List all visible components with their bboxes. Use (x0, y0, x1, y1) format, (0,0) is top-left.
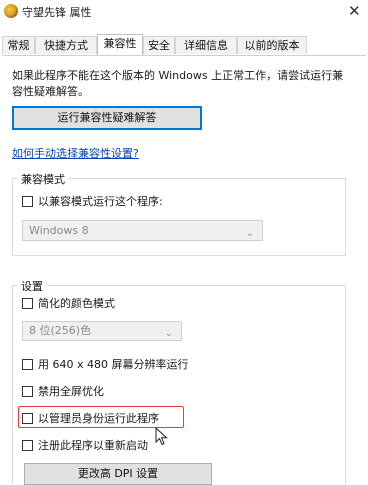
tab-general[interactable]: 常规 (2, 36, 35, 54)
color-depth-value: 8 位(256)色 (29, 324, 92, 337)
window-title: 守望先锋 属性 (22, 6, 92, 19)
chevron-down-icon: ⌄ (164, 328, 173, 339)
reduced-color-checkbox[interactable] (22, 297, 33, 309)
tab-strip: 常规 快捷方式 兼容性 安全 详细信息 以前的版本 (0, 34, 368, 56)
disable-fullscreen-checkbox[interactable] (22, 385, 33, 397)
disable-fullscreen-row[interactable]: 禁用全屏优化 (22, 383, 104, 399)
compat-mode-label: 以兼容模式运行这个程序: (38, 195, 163, 208)
mouse-cursor-icon (155, 427, 168, 446)
res-640-label: 用 640 x 480 屏幕分辨率运行 (38, 358, 189, 371)
tab-previous-versions[interactable]: 以前的版本 (237, 36, 307, 54)
tab-shortcut[interactable]: 快捷方式 (35, 36, 97, 54)
tab-details[interactable]: 详细信息 (175, 36, 237, 54)
title-bar: 守望先锋 属性 ✕ (0, 0, 368, 26)
run-as-admin-label: 以管理员身份运行此程序 (38, 412, 159, 425)
tab-compatibility[interactable]: 兼容性 (97, 34, 143, 55)
compat-mode-group (12, 178, 346, 256)
troubleshoot-button[interactable]: 运行兼容性疑难解答 (12, 106, 202, 130)
overwatch-icon (4, 4, 18, 18)
compat-mode-title: 兼容模式 (18, 171, 68, 187)
register-restart-row[interactable]: 注册此程序以重新启动 (22, 437, 148, 453)
chevron-down-icon: ⌄ (245, 228, 254, 239)
reduced-color-row[interactable]: 简化的颜色模式 (22, 295, 115, 311)
os-version-value: Windows 8 (29, 224, 89, 237)
tab-security[interactable]: 安全 (143, 36, 175, 54)
run-as-admin-row[interactable]: 以管理员身份运行此程序 (22, 410, 159, 426)
register-restart-checkbox[interactable] (22, 439, 33, 451)
color-depth-select[interactable]: 8 位(256)色 ⌄ (22, 321, 182, 341)
compat-mode-checkbox[interactable] (22, 195, 33, 207)
compat-mode-row[interactable]: 以兼容模式运行这个程序: (22, 193, 163, 209)
disable-fullscreen-label: 禁用全屏优化 (38, 385, 104, 398)
high-dpi-button[interactable]: 更改高 DPI 设置 (24, 463, 212, 485)
intro-text: 如果此程序不能在这个版本的 Windows 上正常工作，请尝试运行兼容性疑难解答… (12, 69, 344, 98)
close-icon[interactable]: ✕ (348, 2, 361, 20)
os-version-select[interactable]: Windows 8 ⌄ (22, 220, 263, 241)
reduced-color-label: 简化的颜色模式 (38, 297, 115, 310)
run-as-admin-checkbox[interactable] (22, 412, 33, 424)
manual-settings-link[interactable]: 如何手动选择兼容性设置? (12, 145, 139, 161)
settings-title: 设置 (18, 278, 46, 294)
register-restart-label: 注册此程序以重新启动 (38, 439, 148, 452)
res-640-row[interactable]: 用 640 x 480 屏幕分辨率运行 (22, 356, 189, 372)
res-640-checkbox[interactable] (22, 358, 33, 370)
